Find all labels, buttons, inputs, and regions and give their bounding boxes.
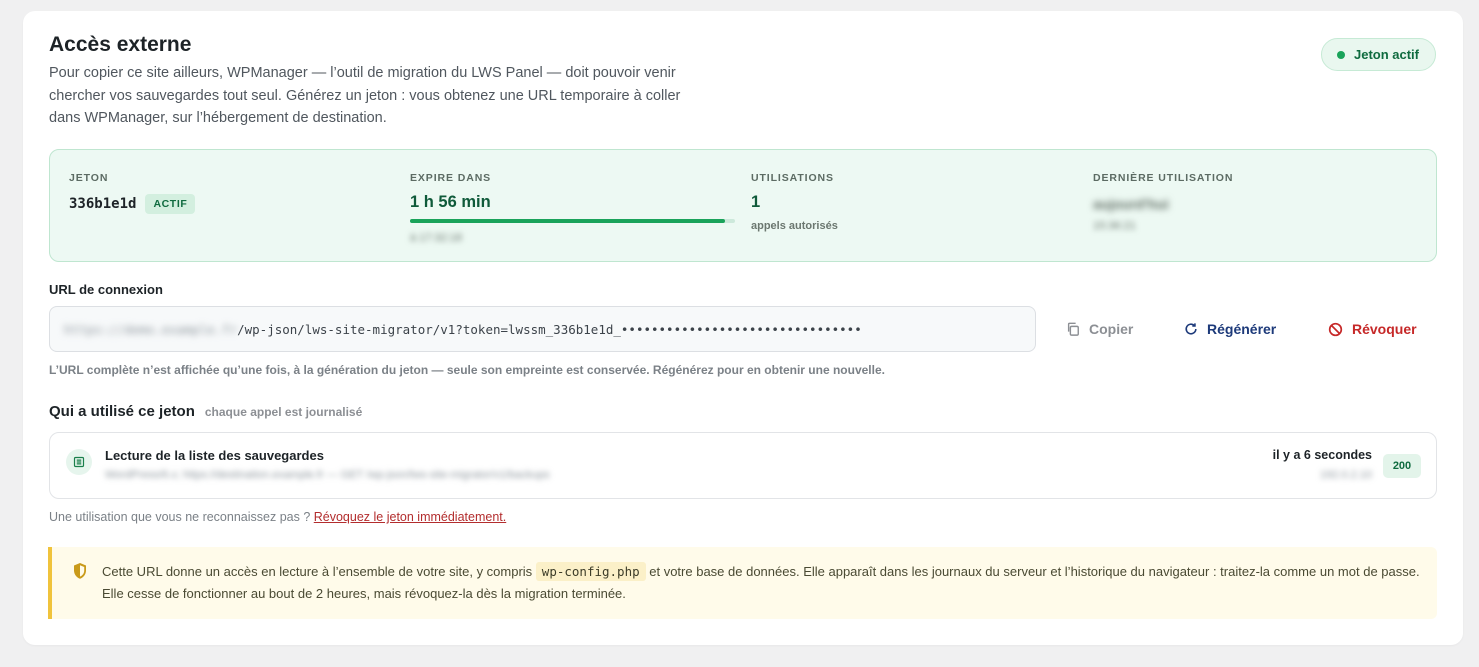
log-entry-title: Lecture de la liste des sauvegardes (105, 448, 324, 463)
page-title: Accès externe (49, 33, 192, 56)
status-badge: Jeton actif (1320, 38, 1436, 71)
revoke-label: Révoquer (1352, 321, 1417, 337)
warning-text: Cette URL donne un accès en lecture à l’… (102, 561, 1427, 605)
status-dot-icon (1336, 50, 1345, 59)
usage-heading: Qui a utilisé ce jeton chaque appel est … (49, 403, 362, 420)
token-column: JETON 336b1e1d ACTIF (69, 172, 196, 214)
log-entry-ip: 192.0.2.10 (1320, 469, 1372, 481)
usage-subtitle: chaque appel est journalisé (204, 405, 363, 419)
page-description: Pour copier ce site ailleurs, WPManager … (49, 65, 681, 126)
revoke-token-link[interactable]: Révoquez le jeton immédiatement. (314, 510, 506, 524)
uses-value: 1 (751, 193, 761, 211)
status-code-badge: 200 (1383, 454, 1421, 478)
last-use-label: DERNIÈRE UTILISATION (1093, 172, 1234, 184)
usage-title: Qui a utilisé ce jeton (49, 403, 195, 420)
copy-label: Copier (1089, 321, 1134, 337)
warning-code: wp-config.php (535, 562, 646, 581)
uses-column: UTILISATIONS 1 appels autorisés (751, 172, 838, 232)
list-item: Lecture de la liste des sauvegardes Word… (49, 432, 1437, 499)
security-warning: Cette URL donne un accès en lecture à l’… (48, 547, 1437, 619)
last-use-detail: 15:36:21 (1093, 220, 1136, 232)
log-entry-time: il y a 6 secondes (1272, 448, 1372, 462)
token-code: 336b1e1d (69, 196, 137, 212)
last-use-value: aujourd'hui (1093, 196, 1169, 212)
usage-footer: Une utilisation que vous ne reconnaissez… (49, 510, 506, 524)
expires-progress-bar (410, 219, 735, 223)
ban-icon (1328, 322, 1343, 337)
expires-value: 1 h 56 min (410, 193, 491, 211)
expires-column: EXPIRE DANS 1 h 56 min à 17:32:18 (410, 172, 735, 244)
connection-url-label: URL de connexion (49, 282, 163, 297)
expires-detail: à 17:32:18 (410, 232, 462, 244)
url-hidden-part: https://demo.example.fr (64, 321, 238, 337)
shield-icon (72, 562, 88, 585)
usage-footer-text: Une utilisation que vous ne reconnaissez… (49, 510, 314, 524)
token-summary: JETON 336b1e1d ACTIF EXPIRE DANS 1 h 56 … (49, 149, 1437, 262)
expires-progress-fill (410, 219, 726, 223)
last-use-column: DERNIÈRE UTILISATION aujourd'hui 15:36:2… (1093, 172, 1233, 232)
regenerate-button[interactable]: Régénérer (1184, 316, 1276, 342)
expires-label: EXPIRE DANS (410, 172, 492, 184)
refresh-icon (1184, 322, 1198, 336)
regenerate-label: Régénérer (1207, 321, 1277, 337)
connection-url-field[interactable]: https://demo.example.fr /wp-json/lws-sit… (49, 306, 1036, 352)
list-icon (66, 449, 92, 475)
connection-url-note: L’URL complète n’est affichée qu’une foi… (49, 363, 885, 377)
token-active-badge: ACTIF (145, 194, 196, 214)
uses-label: UTILISATIONS (751, 172, 834, 184)
external-access-card: Accès externe Pour copier ce site ailleu… (23, 11, 1463, 645)
copy-icon (1066, 322, 1080, 336)
revoke-button[interactable]: Révoquer (1328, 316, 1417, 342)
log-entry-detail: WordPress/6.x; https://destination.examp… (105, 469, 550, 481)
uses-note: appels autorisés (751, 220, 838, 232)
token-label: JETON (69, 172, 109, 184)
warning-text-part1: Cette URL donne un accès en lecture à l’… (102, 564, 536, 579)
copy-button[interactable]: Copier (1066, 316, 1133, 342)
url-visible-part: /wp-json/lws-site-migrator/v1?token=lwss… (237, 321, 862, 337)
status-label: Jeton actif (1353, 47, 1419, 62)
